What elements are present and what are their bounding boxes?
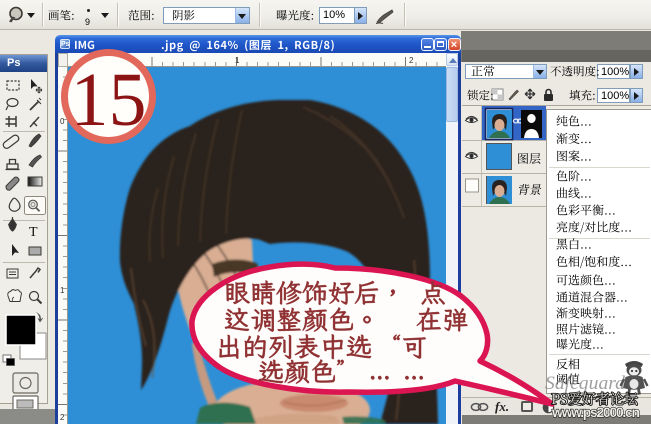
svg-text:T: T (29, 225, 38, 240)
